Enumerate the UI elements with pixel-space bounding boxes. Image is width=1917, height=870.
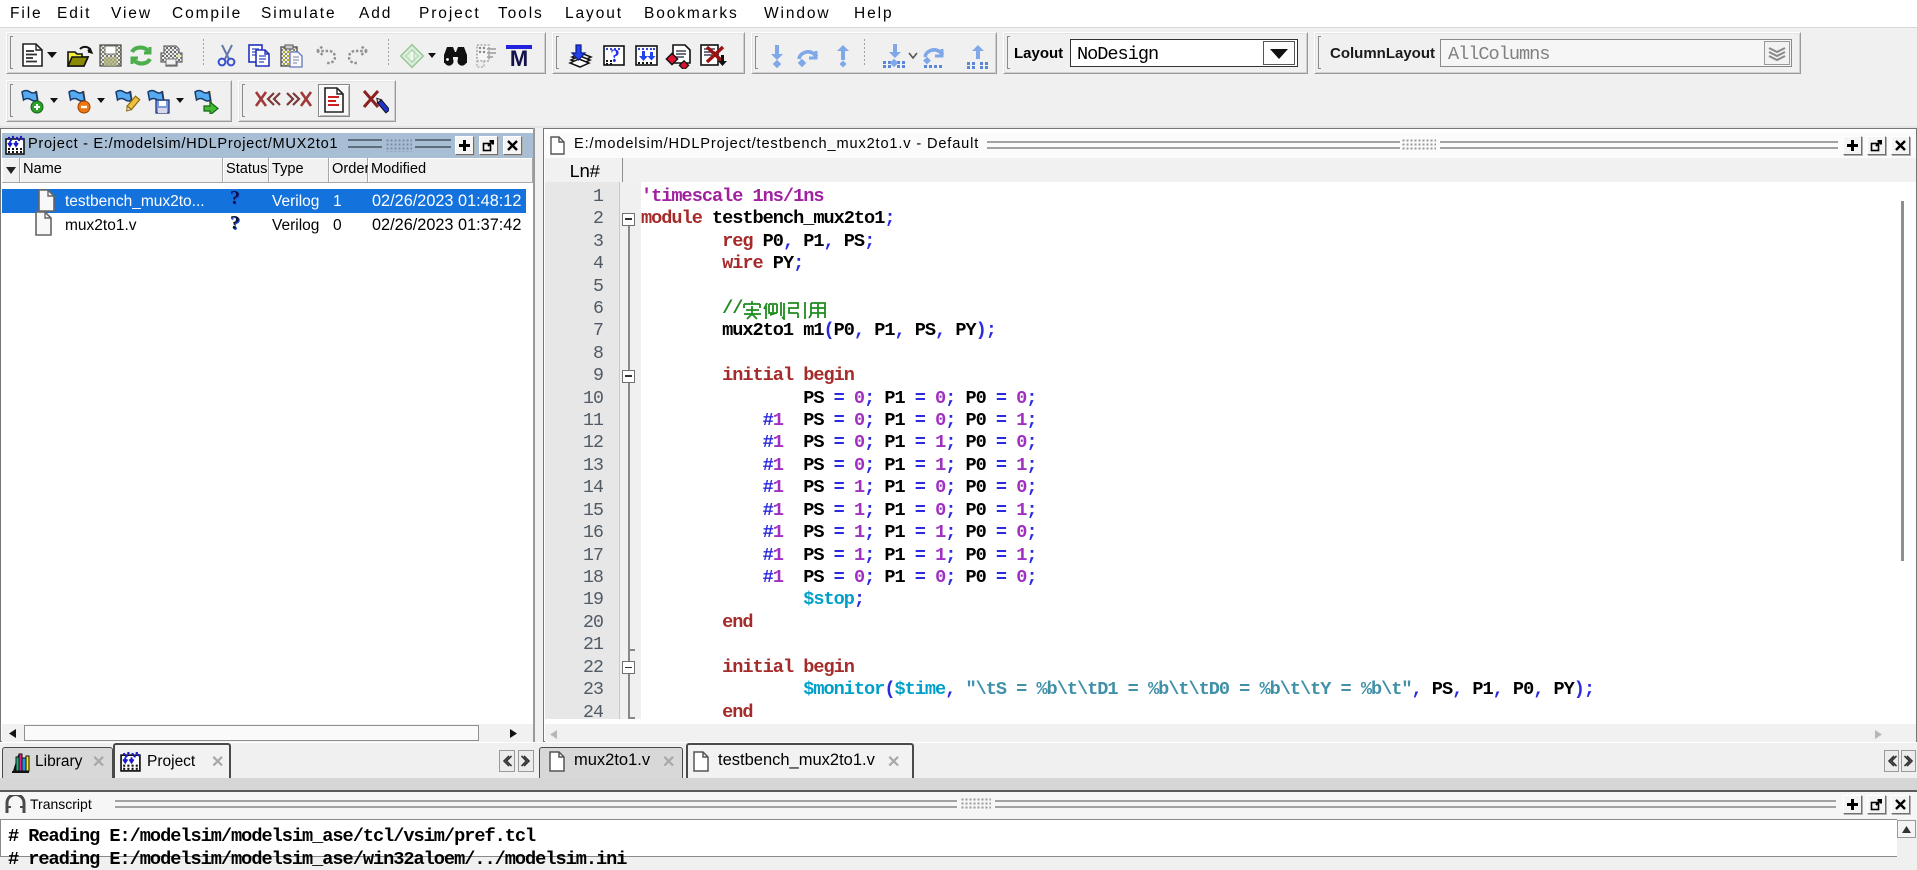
svg-text:M: M bbox=[510, 46, 528, 68]
